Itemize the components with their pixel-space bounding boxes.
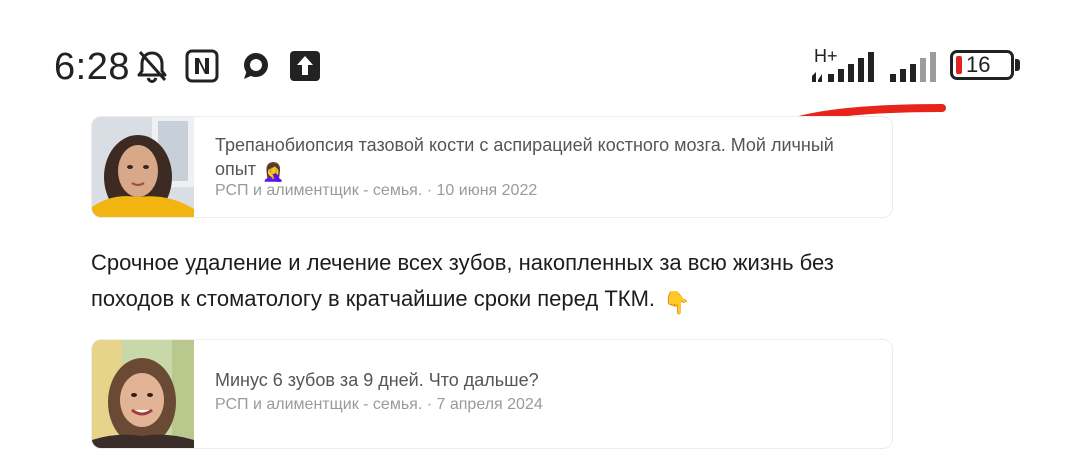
article-date: 10 июня 2022 [436, 182, 538, 199]
article-thumbnail [92, 340, 194, 448]
chat-bubble-icon [244, 53, 268, 79]
article-title: Минус 6 зубов за 9 дней. Что дальше? [215, 370, 539, 390]
linked-article-card[interactable]: Трепанобиопсия тазовой кости с аспирацие… [91, 116, 893, 218]
battery-level: 16 [966, 52, 991, 77]
clock: 6:28 [54, 46, 130, 88]
status-bar: 6:28 H+ 16 [0, 0, 1080, 126]
signal-icon [812, 52, 874, 82]
nfc-icon [185, 49, 219, 83]
meta-separator: · [426, 396, 437, 413]
article-meta: РСП и алиментщик - семья. · 10 июня 2022 [215, 181, 537, 201]
battery-low-fill [956, 56, 962, 74]
article-thumbnail [92, 117, 194, 217]
article-date: 7 апреля 2024 [436, 396, 543, 413]
bell-muted-icon [137, 51, 167, 84]
battery-icon: 16 [950, 50, 1014, 80]
article-meta: РСП и алиментщик - семья. · 7 апреля 202… [215, 395, 543, 415]
upload-icon [290, 51, 320, 81]
post-paragraph: Срочное удаление и лечение всех зубов, н… [91, 245, 911, 321]
article-title: Трепанобиопсия тазовой кости с аспирацие… [215, 135, 834, 182]
battery-tip [1015, 59, 1020, 71]
pointing-down-emoji-icon: 👇 [663, 290, 691, 315]
article-author: РСП и алиментщик - семья. [215, 182, 423, 199]
signal-secondary-icon [890, 52, 936, 82]
meta-separator: · [426, 182, 437, 199]
linked-article-card[interactable]: Минус 6 зубов за 9 дней. Что дальше? РСП… [91, 339, 893, 449]
article-author: РСП и алиментщик - семья. [215, 396, 423, 413]
